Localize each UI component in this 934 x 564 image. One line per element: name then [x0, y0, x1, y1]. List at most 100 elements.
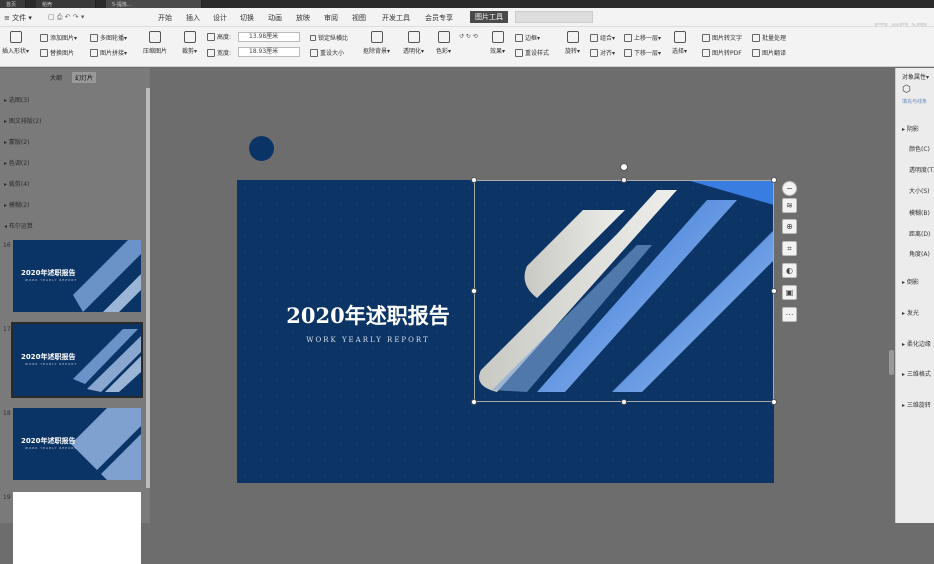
window-tab-home[interactable]: 首页 [0, 0, 26, 8]
height-field[interactable]: 13.98厘米 [238, 32, 300, 42]
menu-view[interactable]: 视图 [352, 13, 366, 23]
select-button[interactable]: 选择▾ [672, 31, 687, 55]
section-layout[interactable]: ▸ 图文排版(2) [4, 116, 41, 125]
insert-shape-button[interactable]: 插入形状▾ [2, 31, 29, 55]
reset-size-button[interactable]: 重设大小 [310, 48, 344, 57]
prop-distance[interactable]: 距离(D) [909, 229, 930, 238]
picture-collage-button[interactable]: 图片拼接▾ [90, 48, 127, 57]
crop-icon[interactable]: ⌗ [782, 241, 797, 256]
tab-slides[interactable]: 幻灯片 [72, 72, 97, 83]
fill-icon[interactable]: ⬡ [902, 84, 911, 95]
file-menu[interactable]: ≡ 文件 ▾ [4, 13, 32, 23]
menu-developer[interactable]: 开发工具 [382, 13, 410, 23]
menu-insert[interactable]: 插入 [186, 13, 200, 23]
menu-transition[interactable]: 切换 [240, 13, 254, 23]
layers-icon[interactable]: ≋ [782, 198, 797, 213]
image-to-pdf-button[interactable]: 图片转PDF [702, 48, 742, 57]
add-picture-button[interactable]: 添加图片▾ [40, 33, 77, 42]
section-reflection[interactable]: ▸ 倒影 [902, 277, 919, 286]
section-3d-format[interactable]: ▸ 三维格式 [902, 369, 931, 378]
border-icon [515, 33, 523, 42]
resize-handle[interactable] [771, 288, 777, 294]
transparency-button[interactable]: 透明化▾ [403, 31, 424, 55]
picture-replace-icon[interactable]: ▣ [782, 285, 797, 300]
thumbnail-title: 2020年述职报告 [21, 269, 76, 277]
image-translate-button[interactable]: 图片翻译 [752, 48, 786, 57]
effects-button[interactable]: 效果▾ [490, 31, 505, 55]
slide-thumbnail-17[interactable]: 2020年述职报告 WORK YEARLY REPORT [11, 322, 143, 398]
section-soft-edges[interactable]: ▸ 柔化边缘 [902, 339, 931, 348]
resize-handle[interactable] [621, 399, 627, 405]
section-3d-rotation[interactable]: ▸ 三维旋转 [902, 400, 931, 409]
group-icon [590, 33, 598, 42]
section-tone[interactable]: ▸ 色调(2) [4, 158, 29, 167]
color-button[interactable]: 色彩▾ [436, 31, 451, 55]
replace-picture-button[interactable]: 替换图片 [40, 48, 74, 57]
prop-size[interactable]: 大小(S) [909, 186, 930, 195]
border-button[interactable]: 边框▾ [515, 33, 540, 42]
menu-start[interactable]: 开始 [158, 13, 172, 23]
lock-ratio-checkbox[interactable]: 锁定纵横比 [310, 33, 348, 42]
section-select-picture[interactable]: ▸ 选图(3) [4, 95, 29, 104]
compress-picture-button[interactable]: 压缩图片 [143, 31, 167, 55]
menu-member[interactable]: 会员专享 [425, 13, 453, 23]
slide-subtitle[interactable]: WORK YEARLY REPORT [278, 336, 458, 344]
menu-slideshow[interactable]: 放映 [296, 13, 310, 23]
reset-style-button[interactable]: 重设样式 [515, 48, 549, 57]
more-icon[interactable]: ⋯ [782, 307, 797, 322]
prop-transparency[interactable]: 透明度(T) [909, 165, 934, 174]
multi-picture-button[interactable]: 多图轮播▾ [90, 33, 127, 42]
slide-title[interactable]: 2020年述职报告 [278, 300, 458, 330]
rotate-icons[interactable]: ↺ ↻ ⟲ [459, 33, 478, 40]
search-box[interactable] [515, 11, 593, 23]
resize-handle[interactable] [771, 399, 777, 405]
resize-handle[interactable] [471, 288, 477, 294]
resize-handle[interactable] [621, 177, 627, 183]
resize-handle[interactable] [771, 177, 777, 183]
collapse-icon[interactable]: − [782, 181, 797, 196]
save-icon[interactable]: ▢ ⎙ ↶ ↷ ▾ [48, 13, 84, 22]
width-field[interactable]: 18.93厘米 [238, 47, 300, 57]
checkbox-icon [310, 34, 316, 41]
tab-outline[interactable]: 大纲 [50, 73, 62, 82]
menu-picture-tools[interactable]: 图片工具 [470, 11, 508, 23]
send-backward-button[interactable]: 下移一层▾ [624, 48, 661, 57]
crop-button[interactable]: 裁剪▾ [182, 31, 197, 55]
prop-color[interactable]: 颜色(C) [909, 144, 930, 153]
resize-handle[interactable] [471, 177, 477, 183]
image-to-text-button[interactable]: 图片转文字 [702, 33, 742, 42]
section-crop[interactable]: ▸ 裁剪(4) [4, 179, 29, 188]
section-shadow[interactable]: ▸ 阴影 [902, 124, 919, 133]
remove-background-button[interactable]: 抠除背景▾ [363, 31, 390, 55]
section-mask[interactable]: ▸ 蒙版(2) [4, 137, 29, 146]
slide-thumbnail-16[interactable]: 2020年述职报告 WORK YEARLY REPORT [13, 240, 141, 312]
slide-thumbnail-19[interactable] [13, 492, 141, 564]
section-boolean[interactable]: ◂ 布尔运算 [4, 221, 33, 230]
menu-animation[interactable]: 动画 [268, 13, 282, 23]
canvas-scrollbar[interactable] [889, 350, 894, 375]
section-blur[interactable]: ▸ 模糊(2) [4, 200, 29, 209]
lightbulb-icon[interactable]: ◐ [782, 263, 797, 278]
tab-fill-line[interactable]: 填充与线条 [902, 98, 927, 105]
rotate-handle-icon[interactable] [620, 163, 628, 171]
slide-thumbnail-18[interactable]: 2020年述职报告 WORK YEARLY REPORT [13, 408, 141, 480]
decorative-circle[interactable] [249, 136, 274, 161]
bring-forward-button[interactable]: 上移一层▾ [624, 33, 661, 42]
window-tab-docer[interactable]: 稻壳 [36, 0, 96, 8]
menu-design[interactable]: 设计 [213, 13, 227, 23]
rotate-button[interactable]: 旋转▾ [565, 31, 580, 55]
prop-blur[interactable]: 模糊(B) [909, 208, 930, 217]
resize-handle[interactable] [471, 399, 477, 405]
width-icon [207, 48, 215, 57]
thumbnail-title: 2020年述职报告 [21, 437, 76, 445]
batch-process-button[interactable]: 批量处理 [752, 33, 786, 42]
align-button[interactable]: 对齐▾ [590, 48, 615, 57]
group-button[interactable]: 组合▾ [590, 33, 615, 42]
window-tab-document[interactable]: 5-提炼… [106, 0, 202, 8]
prop-angle[interactable]: 角度(A) [909, 249, 930, 258]
zoom-icon[interactable]: ⊕ [782, 219, 797, 234]
translate-icon [752, 48, 760, 57]
section-glow[interactable]: ▸ 发光 [902, 308, 919, 317]
panel-header[interactable]: 对象属性▾ [902, 72, 929, 81]
menu-review[interactable]: 审阅 [324, 13, 338, 23]
